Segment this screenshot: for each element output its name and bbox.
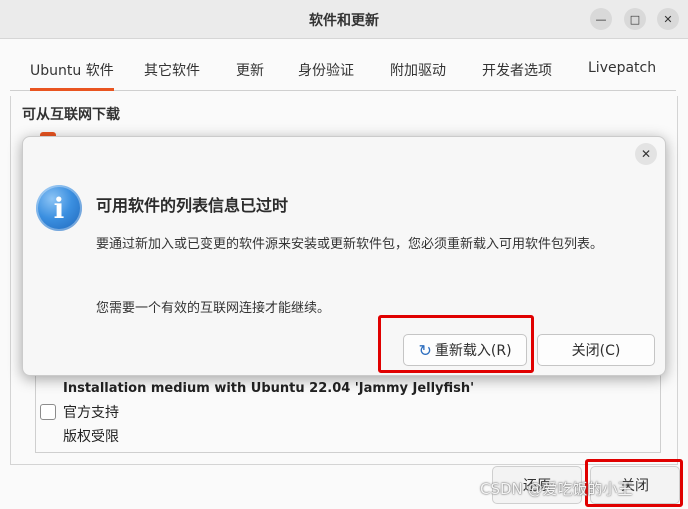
tab-updates[interactable]: 更新 (236, 60, 264, 80)
tab-authentication[interactable]: 身份验证 (298, 60, 354, 80)
tab-bar: Ubuntu 软件 其它软件 更新 身份验证 附加驱动 开发者选项 Livepa… (10, 46, 676, 91)
minimize-icon[interactable]: — (590, 8, 612, 30)
tab-additional-drivers[interactable]: 附加驱动 (390, 60, 446, 80)
watermark: CSDN @爱吃饭的小王 (480, 480, 633, 498)
tab-developer-options[interactable]: 开发者选项 (482, 60, 552, 80)
info-icon: i (36, 185, 82, 231)
source-title: Installation medium with Ubuntu 22.04 'J… (63, 381, 475, 396)
dialog-close-button[interactable]: 关闭(C) (537, 334, 655, 366)
source-restricted: 版权受限 (63, 429, 119, 445)
title-bar: 软件和更新 — □ ✕ (0, 0, 688, 39)
dialog-message-network: 您需要一个有效的互联网连接才能继续。 (96, 301, 331, 316)
tab-livepatch[interactable]: Livepatch (588, 60, 656, 76)
dialog-close-icon[interactable]: ✕ (635, 143, 657, 165)
section-title: 可从互联网下载 (22, 107, 120, 123)
close-icon[interactable]: ✕ (657, 8, 679, 30)
tab-other-software[interactable]: 其它软件 (144, 60, 200, 80)
highlight-box-reload (378, 315, 534, 373)
window-title: 软件和更新 (309, 13, 379, 29)
source-checkbox[interactable] (40, 404, 56, 420)
dialog-title: 可用软件的列表信息已过时 (96, 196, 289, 215)
tab-ubuntu-software[interactable]: Ubuntu 软件 (30, 60, 114, 91)
maximize-icon[interactable]: □ (624, 8, 646, 30)
source-official-support: 官方支持 (63, 405, 119, 421)
outdated-info-dialog: ✕ i 可用软件的列表信息已过时 要通过新加入或已变更的软件源来安装或更新软件包… (22, 136, 666, 376)
dialog-message: 要通过新加入或已变更的软件源来安装或更新软件包，您必须重新载入可用软件包列表。 (96, 237, 604, 252)
